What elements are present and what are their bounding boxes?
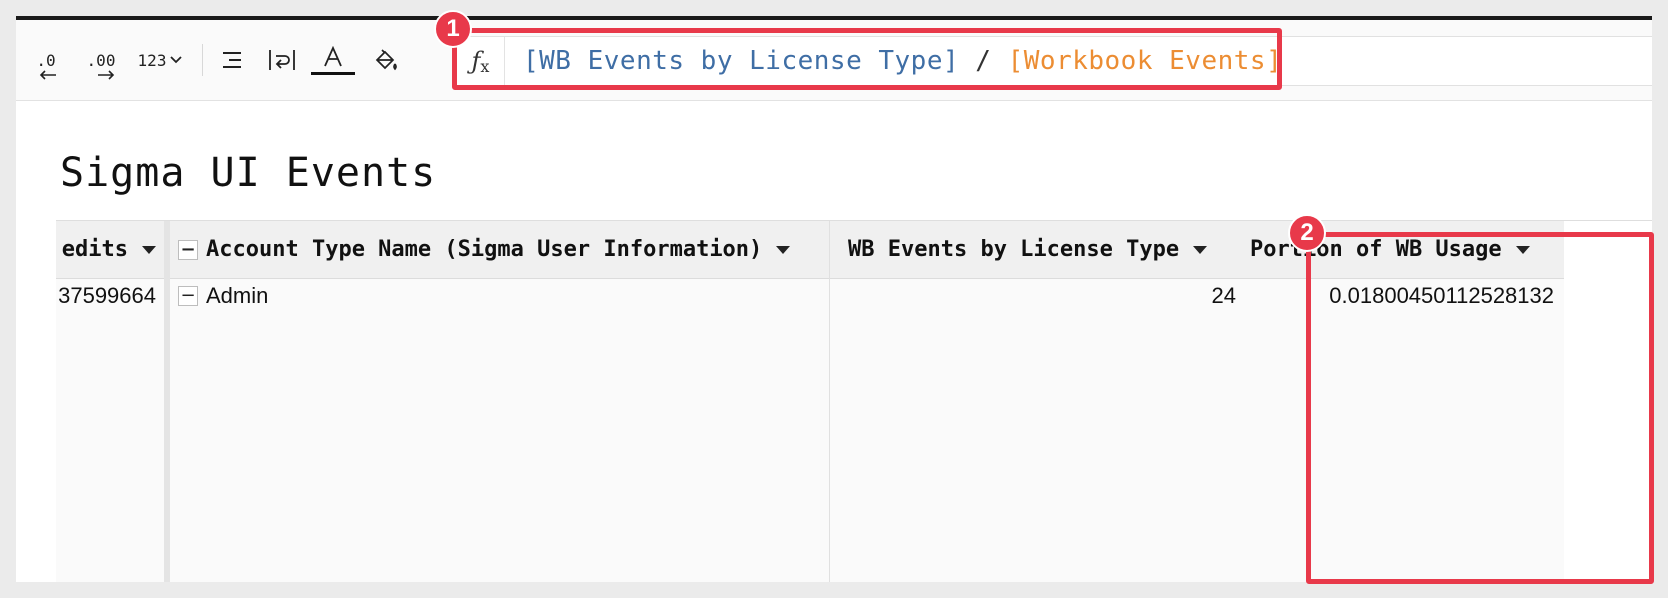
arrow-left-icon xyxy=(39,70,56,80)
caret-down-icon[interactable] xyxy=(1193,245,1208,254)
text-color-icon xyxy=(324,45,342,66)
column-header-label: edits xyxy=(61,237,128,262)
text-color-button[interactable] xyxy=(311,42,355,78)
arrow-right-icon xyxy=(98,70,115,80)
column-header[interactable]: edits xyxy=(56,221,164,279)
increase-decimals-button[interactable]: .00 xyxy=(78,42,124,80)
number-format-label: 123 xyxy=(137,50,167,70)
wrap-text-icon xyxy=(269,50,295,70)
column-header[interactable]: − Account Type Name (Sigma User Informat… xyxy=(170,221,829,279)
number-format-dropdown[interactable]: 123 xyxy=(130,42,190,78)
table-cell[interactable]: 37599664 xyxy=(56,279,164,313)
cell-value: Admin xyxy=(206,283,269,308)
callout-badge-1: 1 xyxy=(434,10,472,48)
wrap-text-button[interactable] xyxy=(262,42,302,78)
decrease-decimals-button[interactable]: .0 xyxy=(26,42,66,80)
table-cell[interactable]: 24 xyxy=(830,279,1242,313)
column-header-label: WB Events by License Type xyxy=(848,237,1180,262)
decrease-decimals-label: .0 xyxy=(36,50,56,70)
toolbar-divider xyxy=(202,44,203,76)
column-credits: edits 37599664 xyxy=(56,221,164,582)
text-color-swatch xyxy=(311,71,355,75)
table-cell[interactable]: − Admin xyxy=(170,279,829,313)
fill-color-button[interactable] xyxy=(366,42,406,78)
callout-box-column xyxy=(1306,232,1654,584)
callout-badge-2: 2 xyxy=(1288,214,1326,252)
chevron-down-icon xyxy=(170,56,183,64)
paint-bucket-icon xyxy=(375,49,397,71)
column-header-label: Account Type Name (Sigma User Informatio… xyxy=(206,237,763,262)
caret-down-icon[interactable] xyxy=(142,245,156,254)
increase-decimals-label: .00 xyxy=(86,50,116,70)
align-right-icon xyxy=(223,52,241,68)
page-title: Sigma UI Events xyxy=(60,150,437,196)
column-account-type: − Account Type Name (Sigma User Informat… xyxy=(170,221,830,582)
collapse-icon[interactable]: − xyxy=(178,286,198,306)
align-button[interactable] xyxy=(212,42,252,78)
collapse-icon[interactable]: − xyxy=(178,239,198,260)
column-wb-events-by-license: WB Events by License Type 24 xyxy=(830,221,1242,582)
callout-box-formula xyxy=(452,28,1282,90)
caret-down-icon[interactable] xyxy=(776,245,791,254)
column-header[interactable]: WB Events by License Type xyxy=(830,221,1242,279)
